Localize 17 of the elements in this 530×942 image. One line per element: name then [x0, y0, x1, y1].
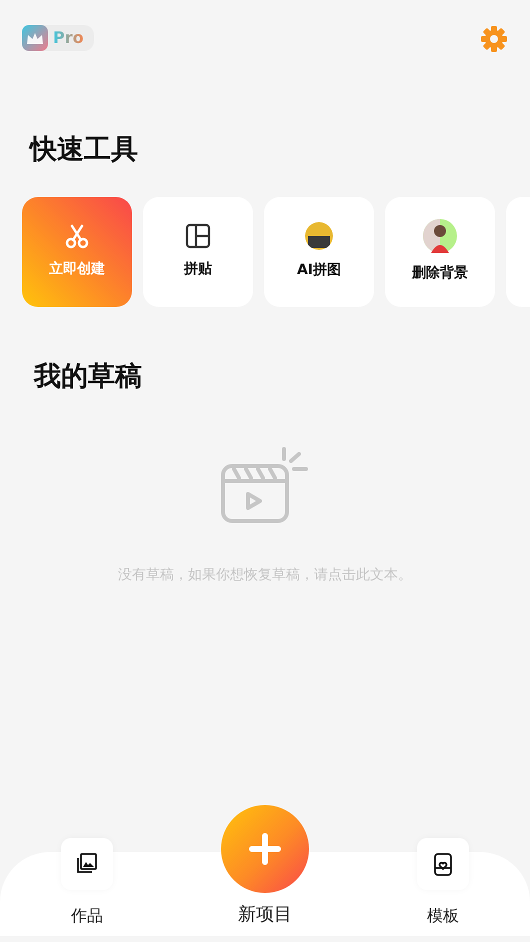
plus-icon [249, 833, 281, 865]
crown-icon [25, 30, 45, 46]
layout-icon [185, 223, 211, 249]
section-title: 我的草稿 [34, 360, 143, 394]
photo-placeholder [423, 219, 457, 253]
tool-card[interactable]: AI拼图 [264, 196, 374, 306]
gallery-icon [75, 852, 99, 876]
tool-card[interactable]: 删除背景 [385, 196, 495, 306]
section-title: 快速工具 [30, 133, 139, 167]
template-icon [431, 852, 455, 876]
nav-tab[interactable]: 作品 [52, 838, 122, 928]
tool-card[interactable]: 拼贴 [143, 196, 253, 306]
photo-placeholder [305, 222, 333, 250]
settings-icon[interactable] [480, 25, 508, 53]
clapperboard-icon [220, 445, 310, 525]
nav-tab[interactable]: 模板 [408, 838, 478, 928]
scissors-icon [64, 223, 90, 249]
